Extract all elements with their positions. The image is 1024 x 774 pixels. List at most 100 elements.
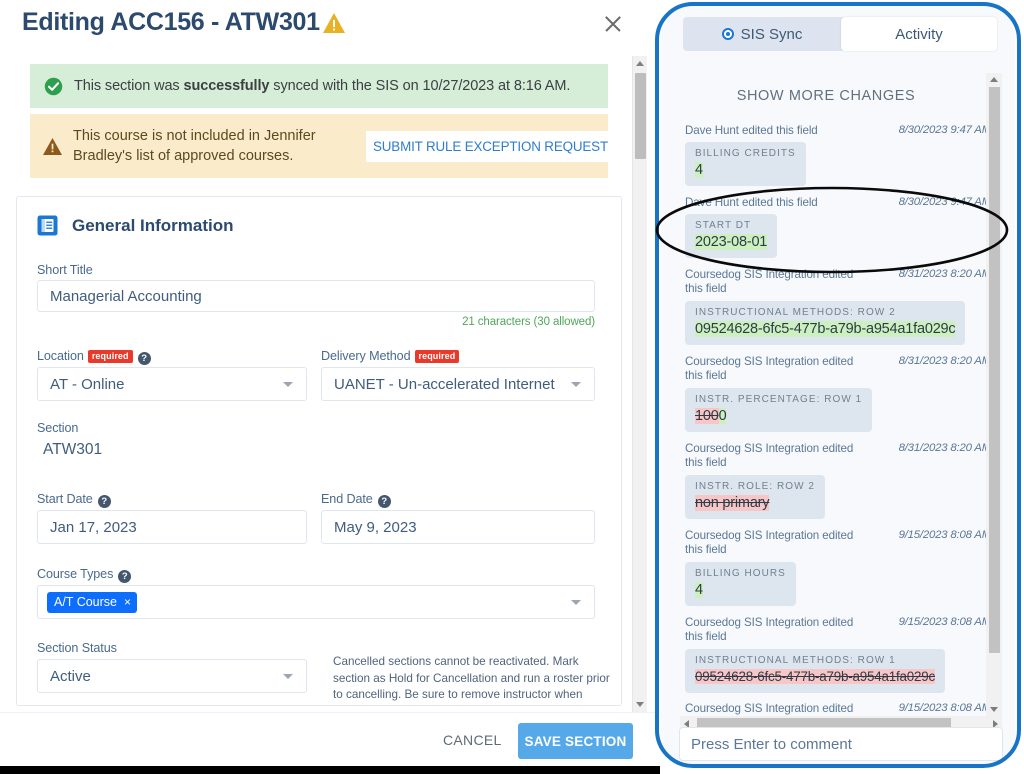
feed-vertical-scrollbar[interactable] xyxy=(986,73,1002,716)
feed-item-timestamp: 8/31/2023 8:20 AM xyxy=(898,442,991,454)
general-information-card: General Information Short Title Manageri… xyxy=(16,196,622,706)
feed-item-change: START DT 2023-08-01 xyxy=(685,214,778,259)
feed-item-removed-value: 100 xyxy=(695,407,719,424)
card-title-row: General Information xyxy=(37,215,234,236)
warning-triangle-icon xyxy=(323,13,345,33)
feed-item-change: INSTRUCTIONAL METHODS: ROW 1 09524628-6f… xyxy=(685,648,945,693)
feed-item-added-value: 4 xyxy=(695,162,703,179)
feed-item-header: Coursedog SIS Integration edited this fi… xyxy=(685,529,991,558)
feed-item-added-value: 09524628-6fc5-477b-a79b-a954a1fa029c xyxy=(695,320,956,337)
section-status-value: Active xyxy=(50,667,91,685)
feed-item-author: Dave Hunt edited this field xyxy=(685,196,818,209)
required-badge: required xyxy=(87,349,133,363)
course-types-label: Course Types? xyxy=(37,567,132,583)
page-title: Editing ACC156 - ATW301 xyxy=(22,8,320,36)
change-feed-list: Dave Hunt edited this field 8/30/2023 9:… xyxy=(685,124,991,720)
list-item: Dave Hunt edited this field 8/30/2023 9:… xyxy=(685,196,991,259)
section-status-label: Section Status xyxy=(37,641,117,655)
section-value: ATW301 xyxy=(43,441,103,458)
warning-triangle-icon xyxy=(43,137,62,155)
feed-item-header: Dave Hunt edited this field 8/30/2023 9:… xyxy=(685,196,991,210)
feed-item-author: Coursedog SIS Integration edited this fi… xyxy=(685,442,854,470)
tab-sis-sync[interactable]: SIS Sync xyxy=(683,17,841,51)
question-mark-icon[interactable]: ? xyxy=(97,495,111,508)
success-text-bold: successfully xyxy=(183,78,270,94)
feed-item-timestamp: 9/15/2023 8:08 AM xyxy=(898,529,991,541)
course-type-chip[interactable]: A/T Course × xyxy=(47,591,138,613)
chip-remove-icon[interactable]: × xyxy=(124,595,131,609)
app-screenshot: Editing ACC156 - ATW301 This section was… xyxy=(0,0,1024,774)
delivery-method-select[interactable]: UANET - Un-accelerated Internet xyxy=(321,367,595,401)
scroll-down-arrow-icon[interactable] xyxy=(990,707,998,712)
edit-section-modal: Editing ACC156 - ATW301 This section was… xyxy=(0,0,660,774)
sis-sync-panel: SIS Sync Activity SHOW MORE CHANGES Dave… xyxy=(661,6,1015,764)
chevron-down-icon xyxy=(571,382,581,387)
feed-item-added-value: 0 xyxy=(718,407,727,424)
chevron-down-icon xyxy=(283,382,293,387)
feed-item-author: Coursedog SIS Integration edited this fi… xyxy=(685,355,854,383)
feed-item-header: Dave Hunt edited this field 8/30/2023 9:… xyxy=(685,124,991,138)
card-title: General Information xyxy=(72,215,234,235)
cancel-button[interactable]: CANCEL xyxy=(437,731,508,749)
section-status-help-text: Cancelled sections cannot be reactivated… xyxy=(333,655,610,705)
end-date-input[interactable]: May 9, 2023 xyxy=(321,510,595,544)
tab-activity[interactable]: Activity xyxy=(841,17,997,51)
radio-selected-icon xyxy=(721,28,734,40)
section-status-select[interactable]: Active xyxy=(37,659,307,693)
feed-item-header: Coursedog SIS Integration edited this fi… xyxy=(685,616,991,645)
save-section-button[interactable]: SAVE SECTION xyxy=(518,723,633,759)
location-label-text: Location xyxy=(37,349,84,363)
feed-item-change: INSTR. PERCENTAGE: ROW 1 1000 xyxy=(685,387,873,432)
course-types-label-text: Course Types xyxy=(37,567,114,581)
course-type-chip-label: A/T Course xyxy=(54,594,117,609)
rule-warning-text: This course is not included in Jennifer … xyxy=(73,128,316,164)
location-value: AT - Online xyxy=(50,375,125,393)
scrollbar-thumb[interactable] xyxy=(635,73,646,159)
delivery-method-label-text: Delivery Method xyxy=(321,349,411,363)
feed-item-header: Coursedog SIS Integration edited this fi… xyxy=(685,268,991,297)
question-mark-icon[interactable]: ? xyxy=(377,495,391,508)
question-mark-icon[interactable]: ? xyxy=(137,352,151,365)
feed-item-timestamp: 8/30/2023 9:47 AM xyxy=(898,124,991,136)
scroll-up-arrow-icon[interactable] xyxy=(990,77,998,82)
section-label: Section xyxy=(37,421,79,435)
panel-tab-group: SIS Sync Activity xyxy=(683,17,997,51)
short-title-char-count: 21 characters (30 allowed) xyxy=(462,316,595,328)
feed-item-author: Coursedog SIS Integration edited this fi… xyxy=(685,268,854,296)
close-icon[interactable] xyxy=(602,13,624,35)
short-title-label: Short Title xyxy=(37,263,93,277)
modal-scrollbar[interactable] xyxy=(632,56,647,712)
start-date-input[interactable]: Jan 17, 2023 xyxy=(37,510,307,544)
tab-sis-sync-label: SIS Sync xyxy=(740,25,803,43)
show-more-changes-button[interactable]: SHOW MORE CHANGES xyxy=(661,88,991,104)
chevron-down-icon xyxy=(283,674,293,679)
scrollbar-thumb[interactable] xyxy=(989,87,1000,653)
feed-item-field-key: START DT xyxy=(695,220,752,232)
feed-item-timestamp: 8/31/2023 8:20 AM xyxy=(898,355,991,367)
feed-item-author: Dave Hunt edited this field xyxy=(685,124,818,137)
scroll-down-arrow-icon[interactable] xyxy=(636,702,644,707)
feed-item-removed-value: non primary xyxy=(695,494,770,511)
list-item: Dave Hunt edited this field 8/30/2023 9:… xyxy=(685,124,991,187)
question-mark-icon[interactable]: ? xyxy=(118,570,132,583)
feed-item-field-key: INSTR. ROLE: ROW 2 xyxy=(695,480,816,492)
comment-input[interactable]: Press Enter to comment xyxy=(679,727,1003,761)
course-types-multiselect[interactable]: A/T Course × xyxy=(37,585,595,619)
check-circle-icon xyxy=(44,77,63,95)
list-item: Coursedog SIS Integration edited this fi… xyxy=(685,442,991,519)
submit-rule-exception-request-button[interactable]: SUBMIT RULE EXCEPTION REQUEST xyxy=(366,131,615,162)
modal-header: Editing ACC156 - ATW301 xyxy=(0,0,660,52)
feed-item-field-key: BILLING HOURS xyxy=(695,567,786,579)
delivery-method-value: UANET - Un-accelerated Internet xyxy=(334,375,555,393)
short-title-input[interactable]: Managerial Accounting xyxy=(37,280,595,312)
start-date-label-text: Start Date xyxy=(37,492,93,506)
delivery-method-label: Delivery Method required xyxy=(321,349,460,363)
location-select[interactable]: AT - Online xyxy=(37,367,307,401)
feed-item-header: Coursedog SIS Integration edited this fi… xyxy=(685,442,991,471)
feed-item-timestamp: 9/15/2023 8:08 AM xyxy=(898,702,991,714)
scroll-up-arrow-icon[interactable] xyxy=(636,61,644,66)
feed-item-added-value: 4 xyxy=(695,581,703,598)
sis-sync-success-text: This section was successfully synced wit… xyxy=(74,78,570,94)
modal-footer: CANCEL SAVE SECTION xyxy=(0,712,660,770)
sis-sync-success-banner: This section was successfully synced wit… xyxy=(30,64,608,108)
